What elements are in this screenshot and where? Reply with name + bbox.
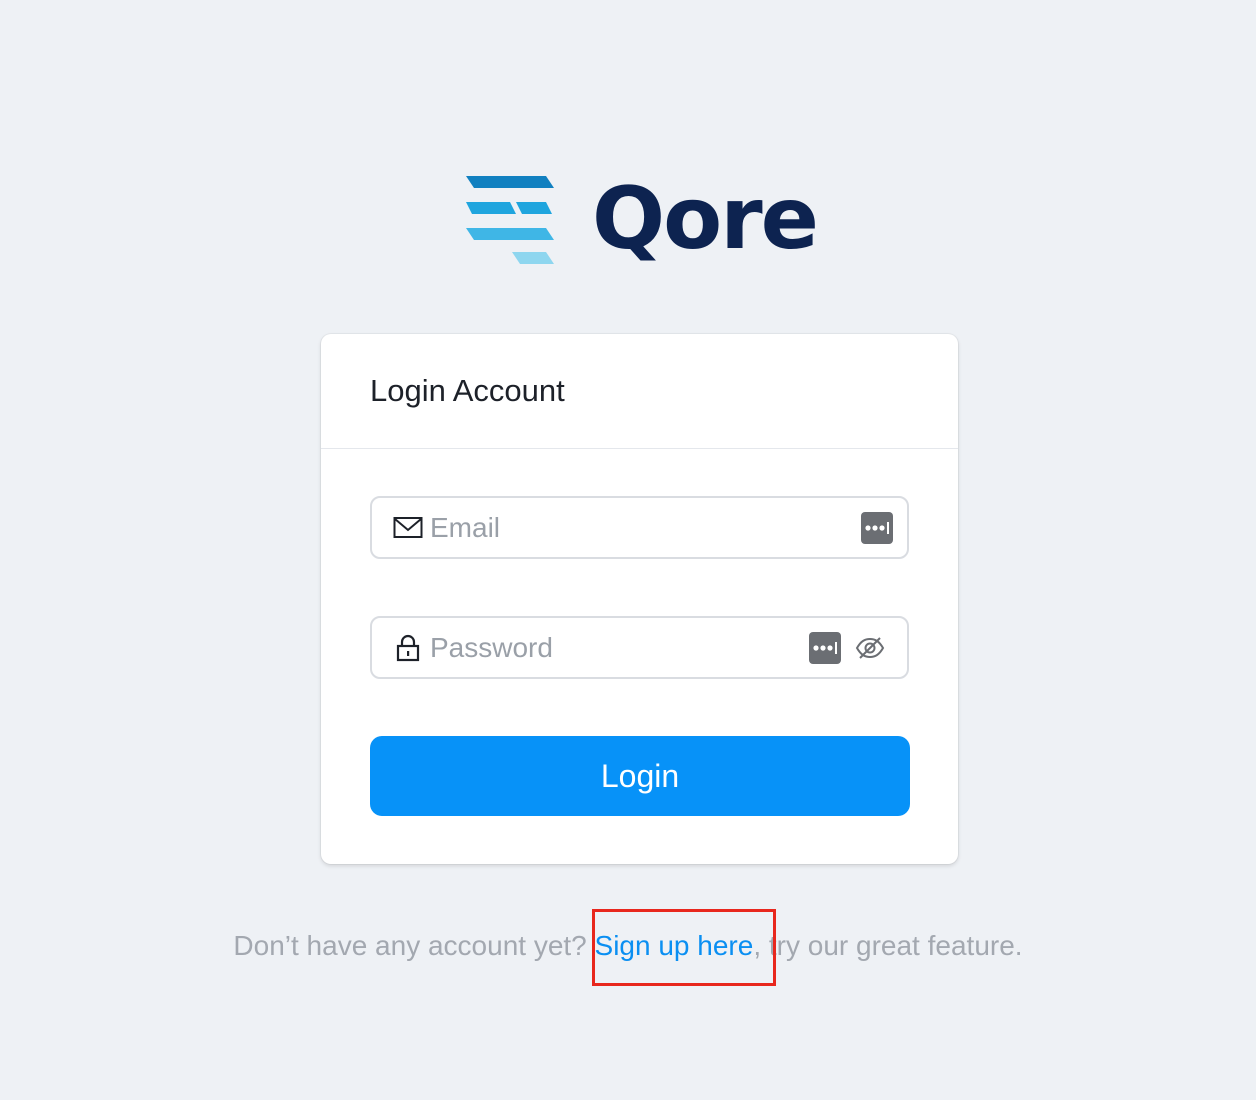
password-manager-icon[interactable]: [861, 511, 893, 544]
email-input[interactable]: [430, 507, 861, 548]
signup-prefix: Don’t have any account yet?: [233, 930, 587, 961]
password-manager-icon[interactable]: [809, 631, 841, 664]
login-button[interactable]: Login: [370, 736, 910, 816]
brand-name: Qore: [592, 169, 819, 269]
password-input[interactable]: [430, 627, 809, 668]
email-field[interactable]: [370, 496, 909, 559]
login-card: Login Account Email Login: [321, 334, 958, 864]
logo-mark-icon: [466, 176, 554, 264]
password-field[interactable]: [370, 616, 909, 679]
signup-highlight-box: [592, 909, 776, 986]
signup-suffix: , try our great feature.: [753, 930, 1023, 961]
card-header: Login Account: [321, 334, 958, 449]
eye-off-icon[interactable]: [855, 633, 885, 663]
lock-icon: [393, 633, 423, 663]
card-title: Login Account: [370, 373, 565, 408]
envelope-icon: [393, 513, 423, 543]
